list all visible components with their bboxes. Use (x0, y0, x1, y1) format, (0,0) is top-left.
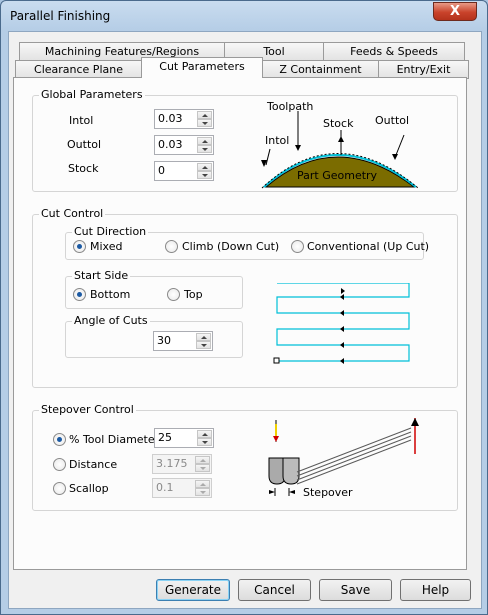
angle-down-button[interactable] (196, 341, 211, 349)
direction-arrow (340, 326, 344, 332)
title-bar: Parallel Finishing X (1, 1, 487, 31)
intol-value[interactable]: 0.03 (158, 112, 183, 125)
stepover-pass-line (296, 439, 412, 485)
scallop-stepper: 0.1 (152, 478, 212, 498)
top-label[interactable]: Top (184, 288, 203, 301)
scallop-down-button (195, 488, 210, 496)
start-side-title: Start Side (72, 269, 131, 282)
direction-arrow (340, 358, 344, 364)
cancel-button[interactable]: Cancel (238, 579, 311, 601)
stepover-diagram: Stepover (268, 418, 419, 499)
distance-up-button (195, 456, 210, 464)
climb-radio[interactable] (165, 240, 178, 253)
climb-label[interactable]: Climb (Down Cut) (182, 240, 279, 253)
angle-up-button[interactable] (196, 333, 211, 341)
outtol-leader (395, 134, 405, 156)
tool-diameter-radio[interactable] (53, 433, 66, 446)
stock-down-button[interactable] (197, 171, 212, 179)
toolpath-arrow (295, 145, 301, 151)
tool-shape-right (282, 457, 300, 485)
direction-arrow (340, 342, 344, 348)
tool-diameter-label[interactable]: % Tool Diameter (69, 433, 159, 446)
stepover-pass-line (296, 427, 412, 473)
window-title: Parallel Finishing (10, 9, 111, 23)
distance-radio[interactable] (53, 458, 66, 471)
close-button[interactable]: X (433, 2, 477, 21)
stock-value[interactable]: 0 (158, 164, 165, 177)
direction-arrow (340, 294, 344, 300)
diagram-part-geometry-label: Part Geometry (297, 169, 378, 182)
stock-arrow (338, 136, 344, 142)
cut-control-title: Cut Control (39, 207, 106, 220)
intol-up-button[interactable] (197, 111, 212, 119)
scallop-value: 0.1 (156, 481, 174, 494)
outtol-stepper[interactable]: 0.03 (154, 135, 214, 155)
save-button[interactable]: Save (319, 579, 392, 601)
outtol-value[interactable]: 0.03 (158, 138, 183, 151)
direction-arrow (341, 288, 345, 294)
tool-diameter-up-button[interactable] (197, 430, 212, 438)
conventional-radio[interactable] (291, 240, 304, 253)
generate-button[interactable]: Generate (156, 579, 230, 601)
tool-diameter-stepper[interactable]: 25 (154, 428, 214, 448)
outtol-label: Outtol (67, 138, 102, 151)
diagram-stock-label: Stock (323, 117, 354, 130)
diagram-outtol-label: Outtol (375, 114, 409, 127)
global-parameters-title: Global Parameters (39, 88, 145, 101)
top-radio[interactable] (167, 288, 180, 301)
cut-pattern-diagram (273, 283, 410, 364)
plunge-arrow (273, 436, 279, 442)
direction-arrow (340, 310, 344, 316)
outtol-down-button[interactable] (197, 145, 212, 153)
cut-direction-title: Cut Direction (72, 225, 149, 238)
outtol-up-button[interactable] (197, 137, 212, 145)
stepover-dim-arrow (289, 490, 295, 494)
distance-label[interactable]: Distance (69, 458, 117, 471)
bottom-label[interactable]: Bottom (90, 288, 130, 301)
distance-down-button (195, 464, 210, 472)
stock-label: Stock (68, 162, 99, 175)
stepover-control-title: Stepover Control (39, 403, 136, 416)
scallop-radio[interactable] (53, 482, 66, 495)
stepover-diagram-label: Stepover (303, 486, 353, 499)
retract-arrow (411, 418, 419, 426)
mixed-radio[interactable] (73, 240, 86, 253)
zigzag-toolpath (276, 283, 410, 362)
scallop-label[interactable]: Scallop (69, 482, 109, 495)
angle-of-cuts-title: Angle of Cuts (72, 314, 150, 327)
start-point-marker (273, 357, 280, 364)
angle-of-cuts-value[interactable]: 30 (157, 334, 171, 347)
tab-feeds-speeds[interactable]: Feeds & Speeds (323, 42, 465, 61)
stepover-dim-arrow (269, 490, 275, 494)
stepover-pass-line (296, 435, 412, 481)
intol-down-button[interactable] (197, 119, 212, 127)
distance-value: 3.175 (156, 457, 188, 470)
tool-diameter-down-button[interactable] (197, 438, 212, 446)
outtol-arrow (392, 154, 398, 160)
help-button[interactable]: Help (400, 579, 471, 601)
intol-leader (265, 148, 271, 166)
scallop-up-button (195, 480, 210, 488)
tab-cut-parameters[interactable]: Cut Parameters (141, 57, 263, 78)
tool-diameter-value[interactable]: 25 (158, 431, 172, 444)
intol-stepper[interactable]: 0.03 (154, 109, 214, 129)
stock-up-button[interactable] (197, 163, 212, 171)
mixed-label[interactable]: Mixed (90, 240, 122, 253)
dialog-window: Parallel Finishing X Machining Features/… (0, 0, 488, 615)
conventional-label[interactable]: Conventional (Up Cut) (307, 240, 429, 253)
intol-label: Intol (69, 114, 94, 127)
tolerance-diagram: Toolpath Stock Outtol Intol Part Geometr… (261, 100, 419, 189)
diagram-toolpath-label: Toolpath (266, 100, 313, 113)
angle-of-cuts-stepper[interactable]: 30 (153, 331, 213, 351)
stock-stepper[interactable]: 0 (154, 161, 214, 181)
diagram-intol-label: Intol (265, 134, 289, 147)
bottom-radio[interactable] (73, 288, 86, 301)
stepover-pass-line (296, 431, 412, 477)
distance-stepper: 3.175 (152, 454, 212, 474)
